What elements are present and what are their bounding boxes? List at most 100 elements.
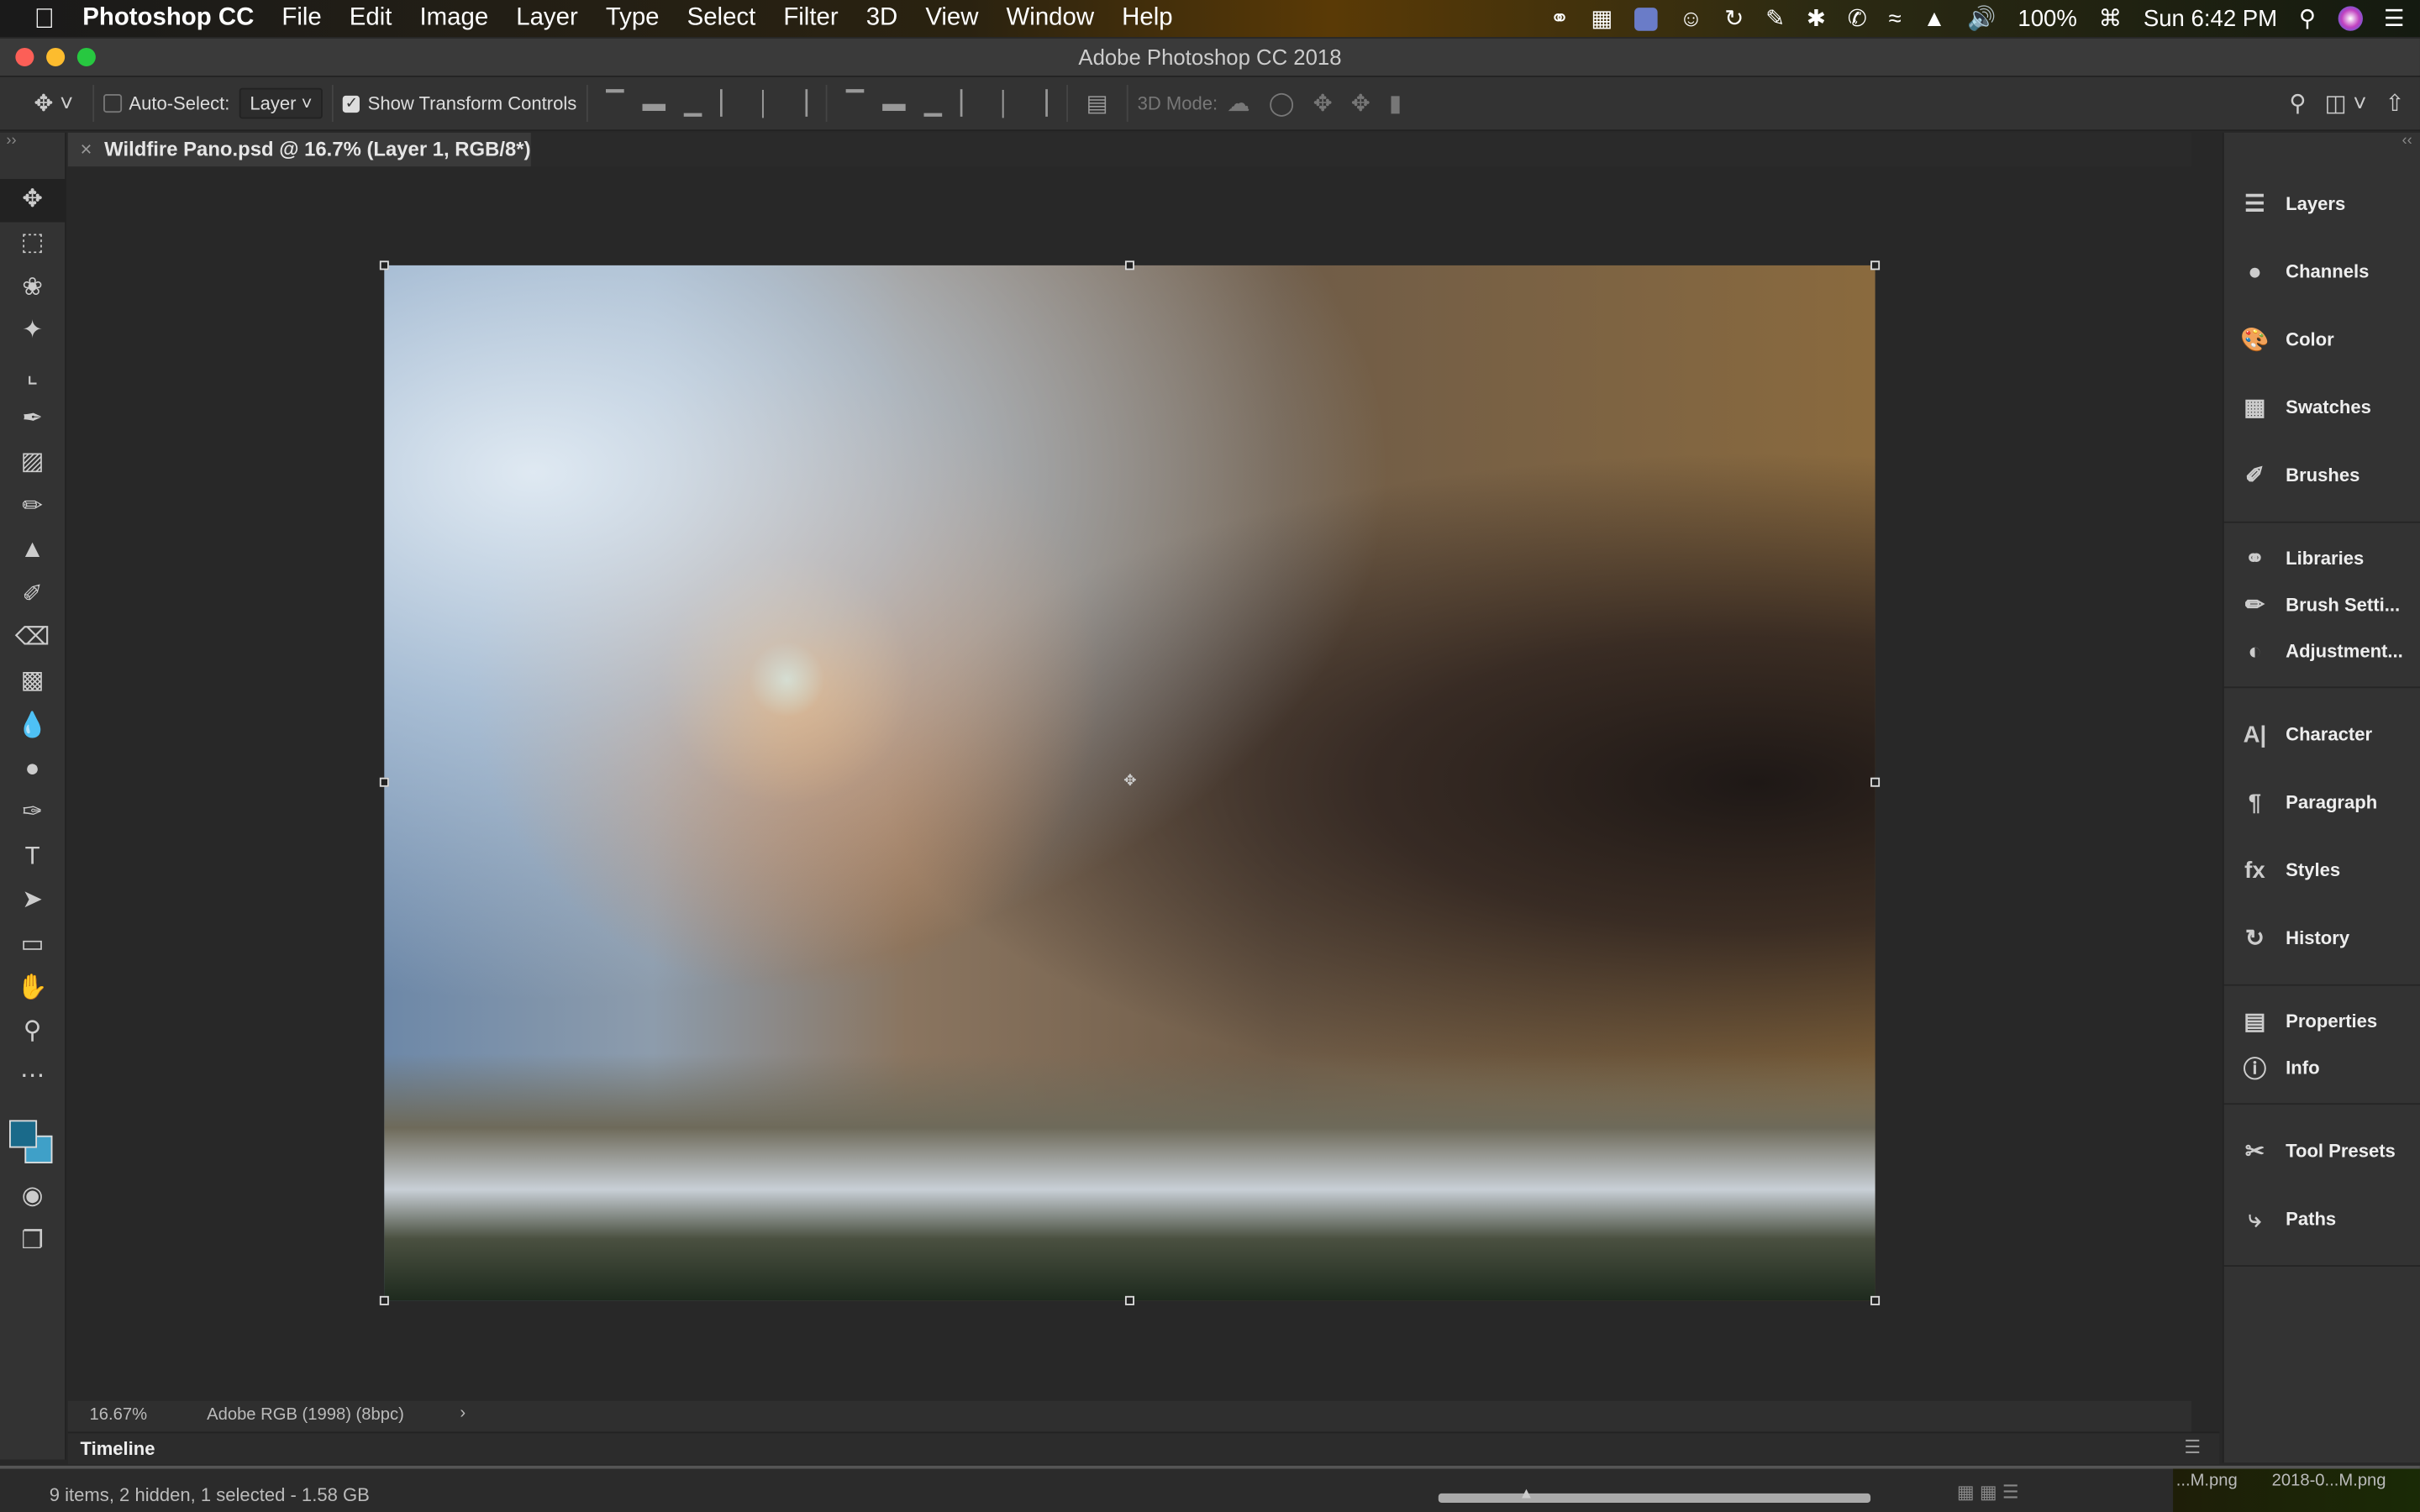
panel-paragraph[interactable]: ¶ Paragraph (2224, 769, 2420, 837)
quick-mask-button[interactable]: ◉ (0, 1176, 65, 1220)
show-transform-checkbox[interactable]: ✓ (343, 94, 360, 113)
brush-tool[interactable]: ✏ (0, 486, 65, 529)
move-tool[interactable]: ✥ (0, 179, 66, 223)
search-icon[interactable]: ⚲ (2289, 90, 2306, 117)
menu-type[interactable]: Type (592, 5, 673, 33)
collapse-toolbar-icon[interactable]: ›› (0, 133, 65, 179)
distribute-left-icon[interactable]: ▏ (960, 90, 978, 117)
history-brush-tool[interactable]: ✐ (0, 573, 65, 617)
panel-layers[interactable]: ☰ Layers (2224, 170, 2420, 238)
volume-icon[interactable]: 🔊 (1967, 5, 1996, 32)
panel-info[interactable]: ⓘ Info (2224, 1044, 2420, 1090)
eyedropper-tool[interactable]: ✒ (0, 398, 65, 442)
lasso-tool[interactable]: ❀ (0, 266, 65, 310)
notification-center-icon[interactable]: ☰ (2384, 5, 2405, 32)
healing-brush-tool[interactable]: ▨ (0, 442, 65, 486)
distribute-top-icon[interactable]: ▔ (846, 90, 864, 117)
auto-align-icon[interactable]: ▤ (1086, 90, 1108, 117)
more-tools[interactable]: ⋯ (0, 1055, 65, 1099)
menu-window[interactable]: Window (992, 5, 1108, 33)
timeline-tab[interactable]: Timeline (81, 1438, 155, 1460)
status-menu-icon[interactable]: › (460, 1404, 466, 1422)
screen-mode-button[interactable]: ❐ (0, 1220, 65, 1263)
gradient-tool[interactable]: ▩ (0, 661, 65, 705)
panel-paths[interactable]: ⤷ Paths (2224, 1185, 2420, 1253)
panel-channels[interactable]: ● Channels (2224, 238, 2420, 306)
transform-handle[interactable] (379, 1295, 389, 1305)
menu-3d[interactable]: 3D (852, 5, 912, 33)
menu-select[interactable]: Select (673, 5, 770, 33)
color-profile[interactable]: Adobe RGB (1998) (8bpc) (207, 1405, 404, 1424)
foreground-color[interactable] (9, 1120, 38, 1148)
align-hcenter-icon[interactable]: │ (757, 90, 771, 116)
zoom-level[interactable]: 16.67% (90, 1405, 148, 1424)
time-machine-icon[interactable]: ↻ (1724, 5, 1744, 32)
workspace-icon[interactable]: ◫ ˅ (2325, 90, 2367, 117)
transform-handle[interactable] (1870, 777, 1881, 787)
image-canvas[interactable]: ✥ (379, 260, 1881, 1305)
keyboard-icon[interactable]: ⌘ (2099, 5, 2123, 32)
accessibility-icon[interactable]: ☺ (1679, 5, 1702, 31)
menu-help[interactable]: Help (1108, 5, 1186, 33)
panel-history[interactable]: ↻ History (2224, 904, 2420, 972)
transform-handle[interactable] (379, 260, 389, 270)
panel-styles[interactable]: fx Styles (2224, 836, 2420, 904)
panel-character[interactable]: A| Character (2224, 701, 2420, 769)
eraser-tool[interactable]: ⌫ (0, 617, 65, 661)
path-selection-tool[interactable]: ➤ (0, 879, 65, 923)
panel-brush-settings[interactable]: ✏ Brush Setti... (2224, 581, 2420, 627)
panel-brushes[interactable]: ✐ Brushes (2224, 441, 2420, 509)
rectangle-tool[interactable]: ▭ (0, 924, 65, 968)
app-menu[interactable]: Photoshop CC (69, 5, 268, 33)
pen-tool[interactable]: ✑ (0, 792, 65, 836)
3d-roll-icon[interactable]: ◯ (1269, 90, 1295, 117)
menu-filter[interactable]: Filter (770, 5, 852, 33)
hand-tool[interactable]: ✋ (0, 968, 65, 1011)
transform-handle[interactable] (1870, 260, 1881, 270)
transform-handle[interactable] (1124, 1295, 1134, 1305)
panel-properties[interactable]: ▤ Properties (2224, 998, 2420, 1044)
phone-icon[interactable]: ✆ (1848, 5, 1867, 32)
menu-layer[interactable]: Layer (502, 5, 592, 33)
panel-adjustments[interactable]: ◐ Adjustment... (2224, 628, 2420, 675)
wifi-icon[interactable]: ≈ (1889, 5, 1902, 31)
align-top-icon[interactable]: ▔ (606, 90, 623, 117)
panel-menu-icon[interactable]: ☰ (2184, 1436, 2201, 1458)
panel-tool-presets[interactable]: ✂ Tool Presets (2224, 1117, 2420, 1185)
menu-file[interactable]: File (268, 5, 335, 33)
3d-camera-icon[interactable]: ▮ (1389, 90, 1402, 117)
siri-icon[interactable] (2337, 6, 2363, 31)
align-left-icon[interactable]: ▏ (720, 90, 738, 117)
close-tab-icon[interactable]: × (68, 137, 104, 160)
slider-thumb[interactable]: ▲ (1518, 1486, 1534, 1503)
minimize-window-button[interactable] (46, 47, 66, 66)
auto-select-dropdown[interactable]: Layer ˅ (239, 87, 324, 119)
creative-cloud-icon[interactable]: ⚭ (1550, 5, 1570, 32)
panel-color[interactable]: 🎨 Color (2224, 306, 2420, 374)
transform-handle[interactable] (1124, 260, 1134, 270)
zoom-tool[interactable]: ⚲ (0, 1011, 65, 1055)
clone-stamp-tool[interactable]: ▲ (0, 529, 65, 573)
align-right-icon[interactable]: ▕ (790, 90, 808, 117)
distribute-bottom-icon[interactable]: ▁ (924, 90, 942, 117)
apple-icon[interactable]:  (0, 3, 69, 35)
distribute-hcenter-icon[interactable]: │ (997, 90, 1011, 116)
reference-point-icon[interactable]: ✥ (1123, 773, 1136, 790)
collapse-dock-icon[interactable]: ‹‹ (2224, 133, 2420, 157)
transform-handle[interactable] (379, 777, 389, 787)
magic-wand-tool[interactable]: ✦ (0, 310, 65, 354)
move-tool-preset-icon[interactable]: ✥ ˅ (34, 90, 73, 117)
spotlight-icon[interactable]: ⚲ (2299, 5, 2316, 32)
close-window-button[interactable] (15, 47, 34, 66)
distribute-vcenter-icon[interactable]: ▬ (882, 90, 906, 116)
blue-square-icon[interactable] (1634, 7, 1658, 30)
menu-edit[interactable]: Edit (335, 5, 406, 33)
blur-tool[interactable]: 💧 (0, 705, 65, 748)
app-icon[interactable]: ▦ (1591, 5, 1612, 32)
align-bottom-icon[interactable]: ▁ (684, 90, 702, 117)
distribute-right-icon[interactable]: ▕ (1030, 90, 1048, 117)
3d-orbit-icon[interactable]: ☁ (1227, 90, 1250, 117)
menu-view[interactable]: View (912, 5, 992, 33)
transform-handle[interactable] (1870, 1295, 1881, 1305)
view-icons-icon[interactable]: ▦ ▦ ☰ (1957, 1481, 2019, 1503)
